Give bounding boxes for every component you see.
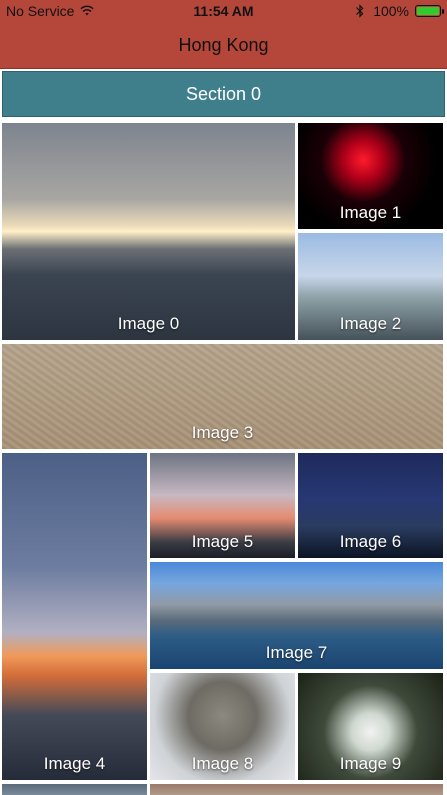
image-caption: Image 1 [339,203,402,222]
image-caption: Image 9 [339,754,402,773]
image-caption: Image 2 [339,314,402,333]
image-tile-7[interactable]: Image 7 [150,562,443,669]
image-caption: Image 3 [191,423,254,442]
image-tile-partial[interactable] [2,784,147,795]
bluetooth-icon [356,4,364,18]
image-tile-8[interactable]: Image 8 [150,673,295,780]
image-tile-2[interactable]: Image 2 [298,233,443,340]
image-tile-6[interactable]: Image 6 [298,453,443,558]
battery-icon [415,5,444,17]
image-caption: Image 8 [191,754,254,773]
image-caption: Image 6 [339,532,402,551]
image-caption: Image 0 [117,314,180,333]
image-tile-9[interactable]: Image 9 [298,673,443,780]
section-header: Section 0 [2,71,445,117]
section-title: Section 0 [185,84,262,104]
status-bar: No Service 11:54 AM 100% [0,0,447,22]
image-caption: Image 7 [265,643,328,662]
page-title: Hong Kong [178,35,269,55]
image-tile-5[interactable]: Image 5 [150,453,295,558]
image-tile-partial[interactable] [150,784,443,795]
image-tile-4[interactable]: Image 4 [2,453,147,780]
image-caption: Image 5 [191,532,254,551]
battery-percent: 100% [373,3,409,19]
navigation-bar: Hong Kong [0,22,447,69]
image-tile-0[interactable]: Image 0 [2,123,295,340]
image-caption: Image 4 [43,754,106,773]
image-tile-3[interactable]: Image 3 [2,344,443,449]
image-tile-1[interactable]: Image 1 [298,123,443,229]
